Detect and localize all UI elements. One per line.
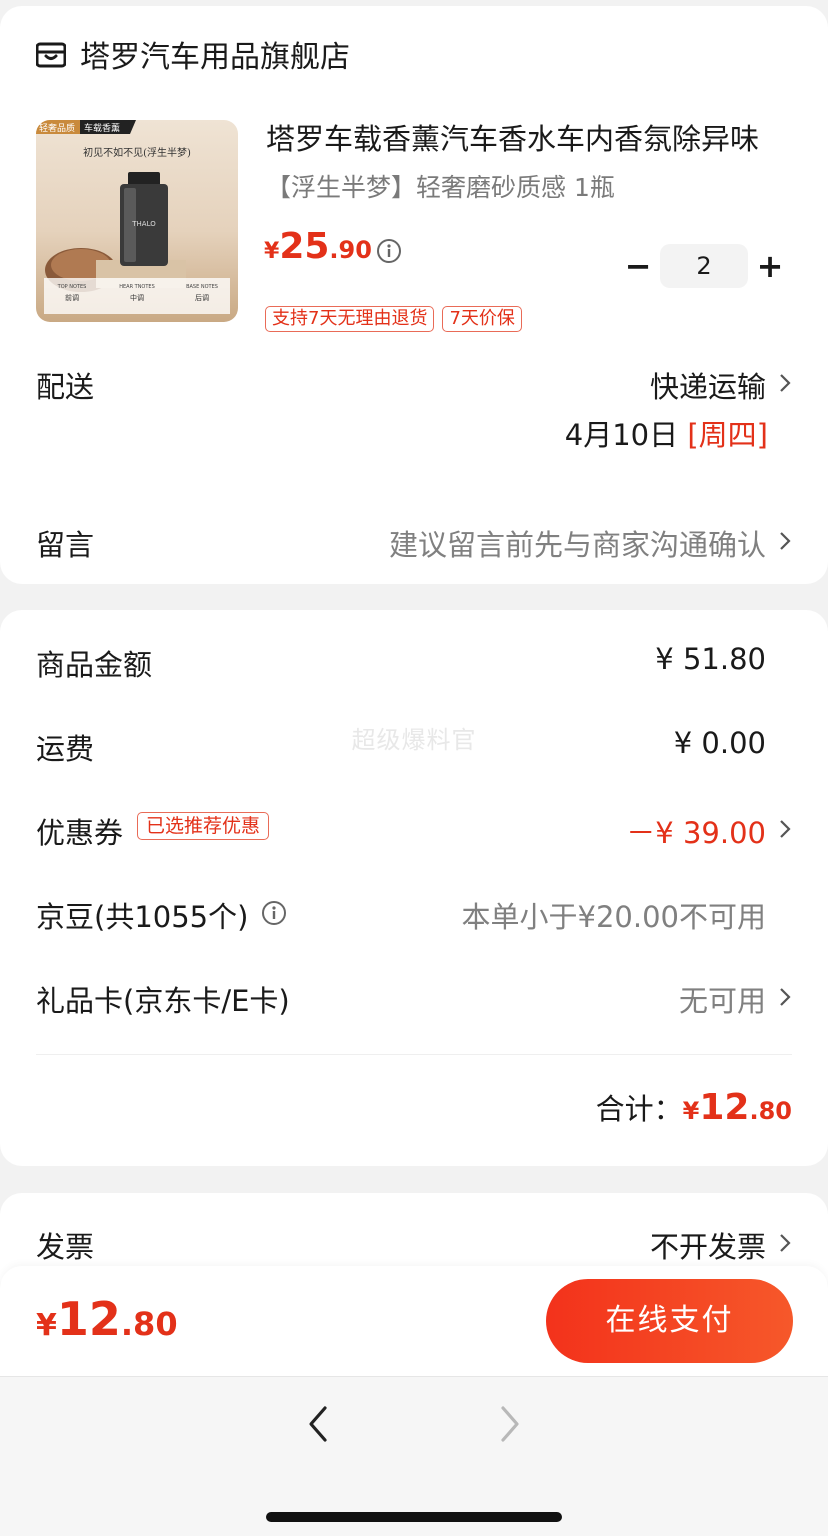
- store-header[interactable]: 塔罗汽车用品旗舰店: [36, 30, 350, 78]
- forward-arrow-icon[interactable]: [498, 1404, 522, 1444]
- quantity-input[interactable]: 2: [660, 244, 748, 288]
- shipping-label: 运费: [36, 732, 95, 766]
- delivery-label: 配送: [36, 370, 95, 404]
- goods-amount-label: 商品金额: [36, 648, 153, 682]
- total-row: 合计： ¥ 12 .80: [500, 1086, 792, 1128]
- coupon-label: 优惠券: [36, 816, 124, 850]
- total-decimal: .80: [749, 1097, 792, 1125]
- quantity-decrease-button[interactable]: −: [624, 246, 652, 286]
- image-notes-heart: HEAR TNOTES: [119, 284, 155, 290]
- product-variant[interactable]: 【浮生半梦】轻奢磨砂质感 1瓶: [266, 168, 615, 204]
- total-integer: 12: [699, 1087, 750, 1128]
- info-icon[interactable]: [261, 900, 287, 926]
- store-name: 塔罗汽车用品旗舰店: [80, 40, 350, 75]
- delivery-date: 4月10日 [周四]: [400, 412, 768, 454]
- tag-return: 支持7天无理由退货: [265, 306, 435, 332]
- chevron-right-icon[interactable]: [778, 986, 792, 1008]
- product-title[interactable]: 塔罗车载香薰汽车香水车内香氛除异味: [266, 116, 796, 158]
- price-integer: 25: [279, 226, 330, 267]
- checkout-currency: ¥: [36, 1308, 57, 1343]
- gift-card-label: 礼品卡(京东卡/E卡): [36, 984, 290, 1018]
- shipping-value: ¥ 0.00: [673, 726, 766, 760]
- quantity-increase-button[interactable]: +: [756, 246, 784, 286]
- message-label: 留言: [36, 528, 95, 562]
- info-icon[interactable]: [376, 238, 402, 264]
- chevron-right-icon[interactable]: [778, 1232, 792, 1254]
- product-image[interactable]: 轻奢品质 车载香薰 初见不如不见(浮生半梦) THALO TOP NOTES H…: [36, 120, 238, 322]
- image-badge-2: 车载香薰: [84, 122, 120, 134]
- pay-online-button[interactable]: 在线支付: [546, 1279, 793, 1363]
- chevron-right-icon[interactable]: [778, 818, 792, 840]
- coupon-value[interactable]: －¥ 39.00: [500, 810, 766, 852]
- jd-beans-value: 本单小于¥20.00不可用: [461, 900, 766, 934]
- goods-amount-value: ¥ 51.80: [655, 642, 766, 676]
- service-tags: 支持7天无理由退货 7天价保: [265, 306, 522, 332]
- image-note-2: 中调: [130, 293, 144, 302]
- invoice-value[interactable]: 不开发票: [500, 1224, 766, 1266]
- total-label: 合计：: [595, 1092, 683, 1126]
- image-badge-1: 轻奢品质: [39, 122, 75, 134]
- image-headline: 初见不如不见(浮生半梦): [83, 146, 191, 159]
- image-notes-base: BASE NOTES: [186, 284, 218, 290]
- image-note-3: 后调: [195, 293, 209, 302]
- checkout-decimal: .80: [120, 1305, 178, 1343]
- delivery-weekday: [周四]: [687, 418, 768, 452]
- delivery-method[interactable]: 快递运输: [440, 364, 766, 406]
- price-currency: ¥: [264, 239, 280, 264]
- image-bottle-label: THALO: [131, 220, 156, 228]
- message-input[interactable]: 建议留言前先与商家沟通确认: [300, 522, 766, 564]
- chevron-right-icon[interactable]: [778, 372, 792, 394]
- image-note-1: 前调: [65, 293, 79, 302]
- divider: [36, 1054, 792, 1055]
- product-image-art: 轻奢品质 车载香薰 初见不如不见(浮生半梦) THALO TOP NOTES H…: [36, 120, 230, 314]
- checkout-price: ¥ 12 .80: [36, 1292, 178, 1346]
- chevron-right-icon[interactable]: [778, 530, 792, 552]
- summary-card: [0, 610, 828, 1166]
- back-arrow-icon[interactable]: [306, 1404, 330, 1444]
- home-indicator: [266, 1512, 562, 1522]
- invoice-label: 发票: [36, 1230, 95, 1264]
- coupon-badge: 已选推荐优惠: [137, 812, 270, 840]
- tag-price-protect: 7天价保: [442, 306, 522, 332]
- image-notes-top: TOP NOTES: [57, 284, 87, 290]
- store-icon: [36, 42, 66, 68]
- product-price: ¥ 25 .90: [264, 226, 372, 267]
- delivery-date-text: 4月10日: [564, 418, 679, 452]
- checkout-integer: 12: [56, 1292, 121, 1346]
- jd-beans-label: 京豆(共1055个): [36, 900, 249, 934]
- gift-card-value[interactable]: 无可用: [500, 978, 766, 1020]
- price-decimal: .90: [329, 236, 372, 264]
- total-currency: ¥: [682, 1097, 700, 1125]
